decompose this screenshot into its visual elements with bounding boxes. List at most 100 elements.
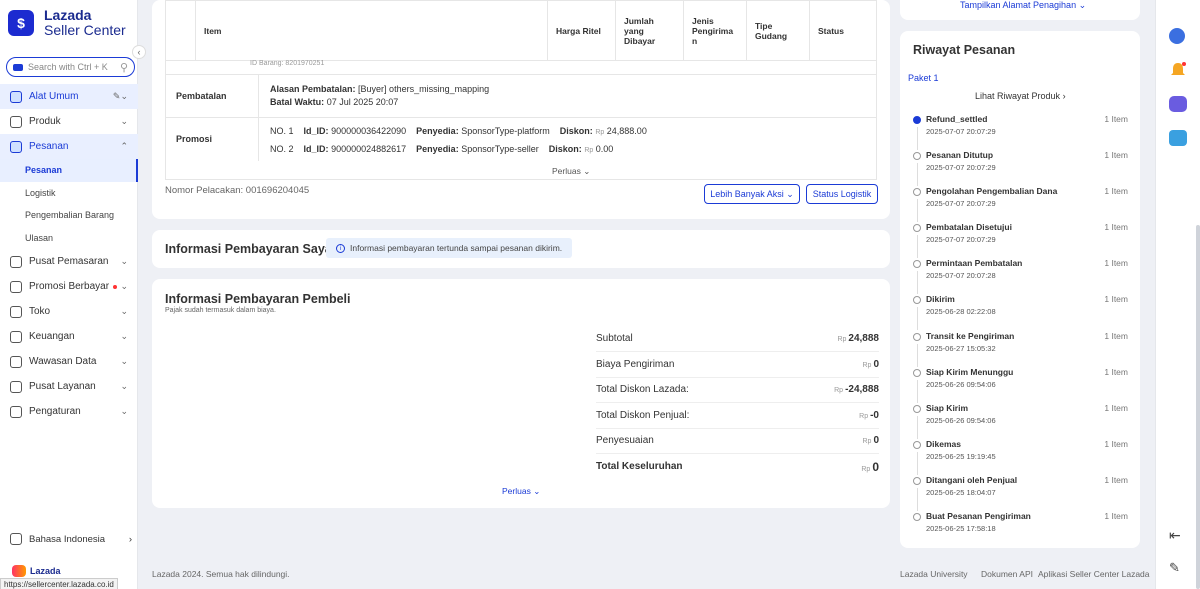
order-history-title: Riwayat Pesanan	[913, 43, 1016, 57]
summary-row-subtotal: Subtotal Rp 24,888	[596, 326, 879, 352]
col-tipe-gudang: Tipe Gudang	[746, 0, 810, 61]
timeline-line	[917, 344, 918, 367]
buyer-payment-card: Informasi Pembayaran Pembeli Pajak sudah…	[152, 279, 890, 508]
expand-promo-button[interactable]: Perluas ⌄	[552, 166, 590, 177]
sidebar-item-pusat-layanan[interactable]: Pusat Layanan ⌄	[0, 374, 138, 399]
event-time: 2025-06-26 09:54:06	[926, 380, 996, 389]
chevron-down-icon: ⌄	[120, 406, 128, 416]
lazada-logo-icon: $	[8, 10, 34, 36]
sidebar-item-promosi-berbayar[interactable]: Promosi Berbayar ⌄	[0, 274, 138, 299]
event-time: 2025-06-25 19:19:45	[926, 452, 996, 461]
sidebar: $ Lazada Seller Center Search with Ctrl …	[0, 0, 138, 589]
scrollbar[interactable]	[1196, 225, 1200, 589]
more-actions-label: Lebih Banyak Aksi	[710, 189, 784, 199]
chevron-down-icon: ⌄	[120, 331, 128, 341]
timeline-line	[917, 488, 918, 511]
search-input[interactable]: Search with Ctrl + K ⚲	[6, 57, 135, 77]
edit-chevron-icon[interactable]: ✎⌄	[113, 91, 128, 102]
sidebar-subitem-pesanan[interactable]: Pesanan	[0, 159, 138, 182]
cancel-reason-label: Alasan Pembatalan:	[270, 84, 356, 94]
logout-icon[interactable]: ⇤	[1169, 527, 1187, 543]
promo-provider: SponsorType-platform	[461, 126, 550, 136]
pembatalan-label: Pembatalan	[166, 75, 259, 117]
col-jumlah: Jumlah yang Dibayar	[615, 0, 684, 61]
sidebar-subitem-logistik[interactable]: Logistik	[0, 182, 138, 205]
event-qty: 1 Item	[1104, 150, 1128, 160]
sidebar-item-pengaturan[interactable]: Pengaturan ⌄	[0, 399, 138, 424]
logistic-status-button[interactable]: Status Logistik	[806, 184, 878, 204]
promo-discount-label: Diskon:	[559, 126, 593, 136]
right-toolbar: ⇤ ✎	[1155, 0, 1200, 589]
edit-icon[interactable]: ✎	[1169, 560, 1187, 576]
event-qty: 1 Item	[1104, 258, 1128, 268]
event-qty: 1 Item	[1104, 475, 1128, 485]
sidebar-item-label: Pusat Pemasaran	[29, 256, 109, 267]
col-item: Item	[195, 0, 548, 61]
footer-link-api[interactable]: Dokumen API	[981, 569, 1033, 579]
search-placeholder: Search with Ctrl + K	[28, 62, 108, 72]
timeline-dot	[913, 477, 921, 485]
promo-row: NO. 1 Id_ID: 900000036422090 Penyedia: S…	[270, 126, 647, 136]
order-detail-block: Pembatalan Alasan Pembatalan: [Buyer] ot…	[165, 75, 877, 180]
event-time: 2025-07-07 20:07:29	[926, 127, 996, 136]
show-billing-address-link[interactable]: Tampilkan Alamat Penagihan ⌄	[960, 0, 1086, 11]
currency: Rp	[584, 147, 594, 154]
col-jenis-pengiriman: Jenis Pengirima n	[683, 0, 747, 61]
footer-logo-text: Lazada	[30, 566, 61, 576]
my-payment-info-card: Informasi Pembayaran Saya i Informasi pem…	[152, 230, 890, 268]
event-qty: 1 Item	[1104, 331, 1128, 341]
timeline-dot	[913, 152, 921, 160]
summary-value: 0	[872, 459, 879, 474]
sidebar-item-label: Alat Umum	[29, 91, 79, 102]
sidebar-item-produk[interactable]: Produk ⌄	[0, 109, 138, 134]
footer-link-university[interactable]: Lazada University	[900, 569, 968, 579]
sidebar-item-toko[interactable]: Toko ⌄	[0, 299, 138, 324]
tracking-number: Nomor Pelacakan: 001696204045	[165, 185, 310, 196]
buyer-payment-title: Informasi Pembayaran Pembeli	[165, 292, 351, 306]
message-icon[interactable]	[1169, 96, 1187, 112]
cancel-reason-value: [Buyer] others_missing_mapping	[358, 84, 490, 94]
promo-no: NO. 2	[270, 144, 294, 154]
lazada-chat-icon[interactable]	[1169, 28, 1185, 44]
timeline-line	[917, 307, 918, 330]
summary-row-seller-discount: Total Diskon Penjual: Rp -0	[596, 403, 879, 429]
timeline-dot	[913, 513, 921, 521]
logo[interactable]: $ Lazada Seller Center	[8, 8, 126, 38]
event-time: 2025-06-25 17:58:18	[926, 524, 996, 533]
package-tab[interactable]: Paket 1	[908, 73, 939, 83]
payment-pending-text: Informasi pembayaran tertunda sampai pes…	[350, 243, 563, 253]
chevron-right-icon: ›	[1062, 91, 1066, 101]
summary-row-lazada-discount: Total Diskon Lazada: Rp -24,888	[596, 377, 879, 403]
status-url: https://sellercenter.lazada.co.id	[0, 578, 118, 589]
upload-icon[interactable]	[1169, 130, 1187, 146]
sidebar-subitem-pengembalian[interactable]: Pengembalian Barang	[0, 204, 138, 227]
product-history-link[interactable]: Lihat Riwayat Produk ›	[975, 91, 1066, 101]
sidebar-item-pusat-pemasaran[interactable]: Pusat Pemasaran ⌄	[0, 249, 138, 274]
sidebar-item-pesanan[interactable]: Pesanan ⌃	[0, 134, 138, 159]
sidebar-item-wawasan-data[interactable]: Wawasan Data ⌄	[0, 349, 138, 374]
collapse-sidebar-icon[interactable]: ‹	[132, 45, 146, 59]
sidebar-item-keuangan[interactable]: Keuangan ⌄	[0, 324, 138, 349]
currency: Rp	[595, 129, 605, 136]
sidebar-item-alat-umum[interactable]: Alat Umum ✎⌄	[0, 84, 138, 109]
chevron-down-icon: ⌄	[120, 306, 128, 316]
bell-icon[interactable]	[1169, 62, 1187, 78]
language-selector[interactable]: Bahasa Indonesia ›	[10, 533, 132, 545]
timeline-line	[917, 235, 918, 258]
chevron-down-icon: ⌄	[120, 116, 128, 126]
sidebar-item-label: Wawasan Data	[29, 356, 97, 367]
sidebar-subitem-ulasan[interactable]: Ulasan	[0, 227, 138, 250]
megaphone-icon	[10, 280, 22, 293]
cancel-deadline: Batal Waktu: 07 Jul 2025 20:07	[270, 97, 398, 107]
summary-value: 0	[873, 358, 879, 370]
event-qty: 1 Item	[1104, 403, 1128, 413]
more-actions-button[interactable]: Lebih Banyak Aksi ⌄	[704, 184, 800, 204]
chevron-down-icon: ⌄	[533, 486, 541, 496]
sidebar-item-label: Produk	[29, 116, 61, 127]
timeline-line	[917, 199, 918, 222]
expand-payment-button[interactable]: Perluas ⌄	[502, 486, 540, 497]
footer-link-app[interactable]: Aplikasi Seller Center Lazada	[1038, 569, 1150, 579]
promo-row: NO. 2 Id_ID: 900000024882617 Penyedia: S…	[270, 144, 613, 154]
order-history-card: Riwayat Pesanan Paket 1 Lihat Riwayat Pr…	[900, 31, 1140, 548]
search-icon[interactable]: ⚲	[120, 61, 128, 74]
